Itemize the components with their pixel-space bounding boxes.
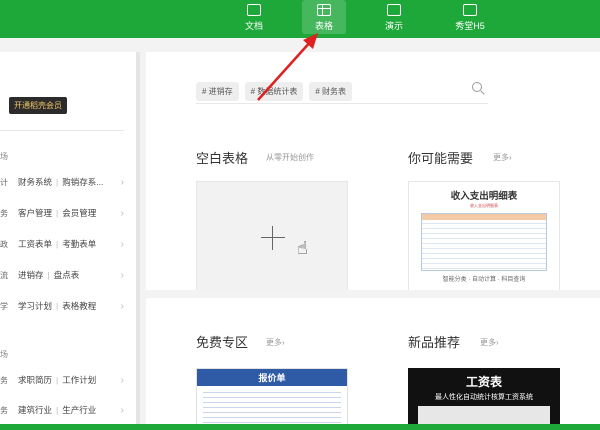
search-underline xyxy=(196,103,488,104)
chevron-right-icon: › xyxy=(120,269,124,281)
chevron-right-icon: › xyxy=(120,238,124,250)
sidebar-scrollbar[interactable] xyxy=(136,52,140,424)
sidebar-item-frag: 务 xyxy=(0,208,8,218)
template-title: 收入支出明细表 xyxy=(450,191,518,202)
template-card-income-expense[interactable]: 收入支出明细表 收入支出明细表 智能分类 · 自动计算 · 科目查询 xyxy=(408,181,560,293)
sidebar-item-industry[interactable]: 务 建筑行业 | 生产行业 › xyxy=(0,400,130,420)
template-preview-grid xyxy=(421,213,547,271)
tab-label: 秀堂H5 xyxy=(455,21,485,31)
sidebar-item-frag: 务 xyxy=(0,405,8,415)
chevron-right-icon: › xyxy=(120,374,124,386)
sidebar-item-frag: 学 xyxy=(0,301,8,311)
group-label: 场 xyxy=(0,350,8,359)
blank-section-subtitle: 从零开始创作 xyxy=(266,153,314,162)
document-icon xyxy=(247,4,261,16)
sidebar-link[interactable]: 建筑行业 xyxy=(18,404,52,416)
template-card-quotation[interactable]: 报价单 xyxy=(196,368,348,430)
sidebar-link[interactable]: 客户管理 xyxy=(18,207,52,219)
sidebar-link[interactable]: 工作计划 xyxy=(62,374,96,386)
maybe-section-title: 你可能需要 xyxy=(408,151,474,166)
sidebar-item-study[interactable]: 学 学习计划 | 表格教程 › xyxy=(0,296,130,316)
top-nav-bar: 文档 表格 演示 秀堂H5 xyxy=(0,0,600,38)
plus-icon xyxy=(261,226,285,250)
sidebar-link[interactable]: 购销存系... xyxy=(62,176,103,188)
tab-document[interactable]: 文档 xyxy=(232,0,276,34)
chevron-right-icon: › xyxy=(120,176,124,188)
sidebar-link[interactable]: 会员管理 xyxy=(62,207,96,219)
spreadsheet-icon xyxy=(317,4,331,16)
sidebar-item-customer[interactable]: 务 客户管理 | 会员管理 › xyxy=(0,203,130,223)
sidebar-link[interactable]: 进销存 xyxy=(18,269,44,281)
new-section-title: 新品推荐 xyxy=(408,335,461,350)
chevron-right-icon: › xyxy=(120,300,124,312)
sidebar-link[interactable]: 盘点表 xyxy=(54,269,80,281)
sidebar-item-finance[interactable]: 计 财务系统 | 购销存系... › xyxy=(0,172,130,192)
template-title: 报价单 xyxy=(197,369,347,386)
sidebar-link[interactable]: 生产行业 xyxy=(62,404,96,416)
section-divider xyxy=(146,290,600,298)
sidebar: 开通稻壳会员 场 计 财务系统 | 购销存系... › 务 客户管理 | 会员管理 … xyxy=(0,52,140,424)
more-link[interactable]: 更多› xyxy=(493,152,512,163)
tab-label: 文档 xyxy=(244,21,263,31)
main-content: # 进销存 # 数据统计表 # 财务表 空白表格 从零开始创作 你可能需要 更多… xyxy=(146,52,600,430)
sidebar-item-frag: 流 xyxy=(0,270,8,280)
search-tags: # 进销存 # 数据统计表 # 财务表 xyxy=(196,82,353,101)
search-tag[interactable]: # 财务表 xyxy=(309,82,353,101)
search-tag[interactable]: # 数据统计表 xyxy=(244,82,304,101)
h5-icon xyxy=(463,4,477,16)
sidebar-item-hr[interactable]: 政 工资表单 | 考勤表单 › xyxy=(0,234,130,254)
group-label: 场 xyxy=(0,152,8,161)
template-preview-grid xyxy=(418,406,550,426)
blank-section-title: 空白表格 xyxy=(196,151,249,166)
divider xyxy=(0,130,124,131)
sidebar-link[interactable]: 考勤表单 xyxy=(62,238,96,250)
template-title: 工资表 xyxy=(465,375,502,389)
tab-spreadsheet[interactable]: 表格 xyxy=(302,0,346,34)
sidebar-link[interactable]: 工资表单 xyxy=(18,238,52,250)
template-subtitle: 最人性化自动统计核算工资系统 xyxy=(435,394,533,401)
sidebar-item-frag: 计 xyxy=(0,177,8,187)
bottom-bar xyxy=(0,424,600,430)
sidebar-item-frag: 政 xyxy=(0,239,8,249)
sidebar-link[interactable]: 学习计划 xyxy=(18,300,52,312)
sidebar-item-resume[interactable]: 务 求职简历 | 工作计划 › xyxy=(0,370,130,390)
presentation-icon xyxy=(387,4,401,16)
new-blank-spreadsheet-card[interactable]: ☝ xyxy=(196,181,348,293)
more-link[interactable]: 更多› xyxy=(266,337,285,348)
sidebar-item-frag: 务 xyxy=(0,375,8,385)
template-card-salary[interactable]: 工资表 最人性化自动统计核算工资系统 xyxy=(408,368,560,430)
search-tag[interactable]: # 进销存 xyxy=(196,82,239,101)
sidebar-item-inventory[interactable]: 流 进销存 | 盘点表 › xyxy=(0,265,130,285)
template-footer: 智能分类 · 自动计算 · 科目查询 xyxy=(442,277,526,283)
more-link[interactable]: 更多› xyxy=(480,337,499,348)
vip-button[interactable]: 开通稻壳会员 xyxy=(9,97,67,114)
sidebar-link[interactable]: 表格教程 xyxy=(62,300,96,312)
tab-h5[interactable]: 秀堂H5 xyxy=(448,0,492,34)
tab-presentation[interactable]: 演示 xyxy=(372,0,416,34)
tab-label: 演示 xyxy=(384,21,403,31)
free-section-title: 免费专区 xyxy=(196,335,249,350)
template-subtitle: 收入支出明细表 xyxy=(470,203,498,208)
chevron-right-icon: › xyxy=(120,404,124,416)
sidebar-link[interactable]: 财务系统 xyxy=(18,176,52,188)
hand-cursor-icon: ☝ xyxy=(297,238,308,258)
sidebar-link[interactable]: 求职简历 xyxy=(18,374,52,386)
search-icon[interactable] xyxy=(472,82,482,92)
tab-label: 表格 xyxy=(314,21,333,31)
chevron-right-icon: › xyxy=(120,207,124,219)
